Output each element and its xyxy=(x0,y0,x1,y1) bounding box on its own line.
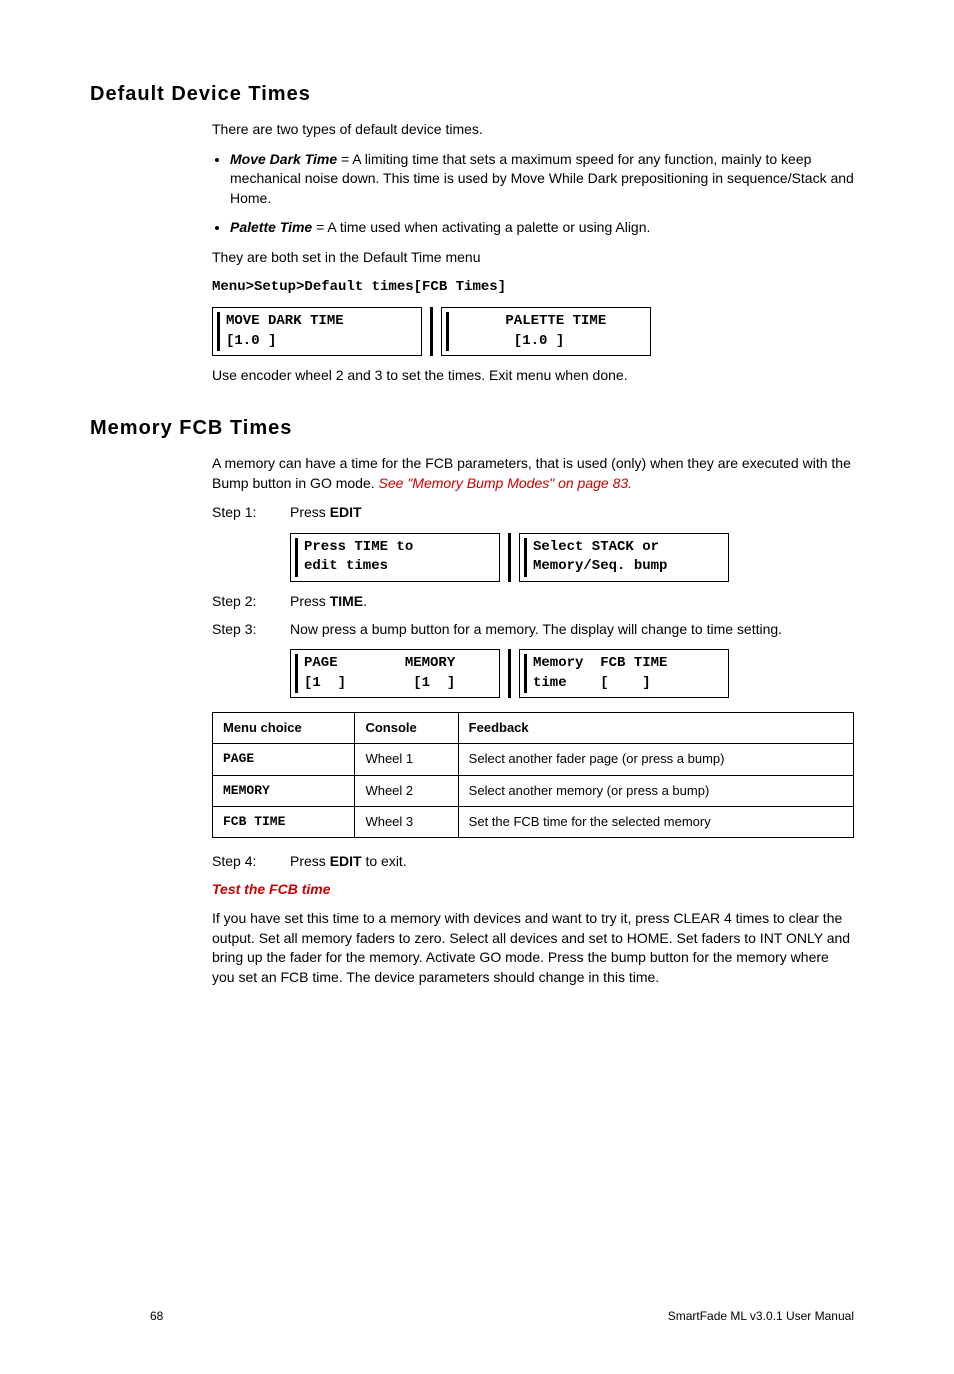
paragraph: Use encoder wheel 2 and 3 to set the tim… xyxy=(212,366,854,386)
step-text: . xyxy=(363,593,367,609)
step-text: Press xyxy=(290,593,330,609)
lcd-right: PALETTE TIME [1.0 ] xyxy=(446,312,646,351)
table-cell: Wheel 2 xyxy=(355,775,458,806)
lcd-left: MOVE DARK TIME [1.0 ] xyxy=(217,312,417,351)
table-header: Feedback xyxy=(458,713,853,744)
step-content: Press EDIT to exit. xyxy=(290,852,854,872)
step-label: Step 3: xyxy=(212,620,290,640)
list-item: Move Dark Time = A limiting time that se… xyxy=(230,150,854,209)
step-text: Press xyxy=(290,853,330,869)
lcd-display-default-times: MOVE DARK TIME [1.0 ] PALETTE TIME [1.0 … xyxy=(212,307,854,356)
manual-title: SmartFade ML v3.0.1 User Manual xyxy=(668,1308,854,1325)
table-cell: PAGE xyxy=(213,744,355,775)
table-cell: MEMORY xyxy=(213,775,355,806)
page-number: 68 xyxy=(150,1308,163,1325)
lcd-left: Press TIME to edit times xyxy=(295,538,495,577)
list-item: Palette Time = A time used when activati… xyxy=(230,218,854,238)
step-4: Step 4: Press EDIT to exit. xyxy=(212,852,854,872)
step-bold: EDIT xyxy=(330,504,362,520)
step-text: Press xyxy=(290,504,330,520)
lcd-left: PAGE MEMORY [1 ] [1 ] xyxy=(295,654,495,693)
table-cell: Wheel 3 xyxy=(355,806,458,837)
sub-heading-test-fcb-time: Test the FCB time xyxy=(212,880,854,900)
lcd-separator xyxy=(508,649,511,698)
step-label: Step 4: xyxy=(212,852,290,872)
table-row: MEMORY Wheel 2 Select another memory (or… xyxy=(213,775,854,806)
cross-reference-link[interactable]: See "Memory Bump Modes" on page 83. xyxy=(379,475,633,491)
paragraph: If you have set this time to a memory wi… xyxy=(212,909,854,987)
lcd-display-step1: Press TIME to edit times Select STACK or… xyxy=(290,533,854,582)
table-cell: FCB TIME xyxy=(213,806,355,837)
step-content: Press TIME. xyxy=(290,592,854,612)
step-bold: EDIT xyxy=(330,853,362,869)
page-footer: 68 SmartFade ML v3.0.1 User Manual xyxy=(150,1308,854,1325)
table-row: FCB TIME Wheel 3 Set the FCB time for th… xyxy=(213,806,854,837)
section-heading-default-device-times: Default Device Times xyxy=(90,80,854,108)
step-label: Step 1: xyxy=(212,503,290,523)
table-header-row: Menu choice Console Feedback xyxy=(213,713,854,744)
bullet-list: Move Dark Time = A limiting time that se… xyxy=(230,150,854,238)
table-row: PAGE Wheel 1 Select another fader page (… xyxy=(213,744,854,775)
paragraph: They are both set in the Default Time me… xyxy=(212,248,854,268)
table-cell: Select another memory (or press a bump) xyxy=(458,775,853,806)
lcd-separator xyxy=(430,307,433,356)
wheel-table: Menu choice Console Feedback PAGE Wheel … xyxy=(212,712,854,838)
table-header: Console xyxy=(355,713,458,744)
step-bold: TIME xyxy=(330,593,363,609)
intro-paragraph: A memory can have a time for the FCB par… xyxy=(212,454,854,493)
step-3: Step 3: Now press a bump button for a me… xyxy=(212,620,854,640)
table-cell: Select another fader page (or press a bu… xyxy=(458,744,853,775)
menu-path: Menu>Setup>Default times[FCB Times] xyxy=(212,278,854,298)
step-1: Step 1: Press EDIT xyxy=(212,503,854,523)
table-cell: Wheel 1 xyxy=(355,744,458,775)
definition-text: = A time used when activating a palette … xyxy=(312,219,650,235)
lcd-right: Memory FCB TIME time [ ] xyxy=(524,654,724,693)
step-label: Step 2: xyxy=(212,592,290,612)
term-move-dark-time: Move Dark Time xyxy=(230,151,337,167)
lcd-separator xyxy=(508,533,511,582)
table-cell: Set the FCB time for the selected memory xyxy=(458,806,853,837)
table-header: Menu choice xyxy=(213,713,355,744)
section-heading-memory-fcb-times: Memory FCB Times xyxy=(90,414,854,442)
step-content: Press EDIT xyxy=(290,503,854,523)
lcd-display-step3: PAGE MEMORY [1 ] [1 ] Memory FCB TIME ti… xyxy=(290,649,854,698)
lcd-right: Select STACK or Memory/Seq. bump xyxy=(524,538,724,577)
step-2: Step 2: Press TIME. xyxy=(212,592,854,612)
intro-paragraph: There are two types of default device ti… xyxy=(212,120,854,140)
term-palette-time: Palette Time xyxy=(230,219,312,235)
step-content: Now press a bump button for a memory. Th… xyxy=(290,620,854,640)
step-text: to exit. xyxy=(362,853,407,869)
